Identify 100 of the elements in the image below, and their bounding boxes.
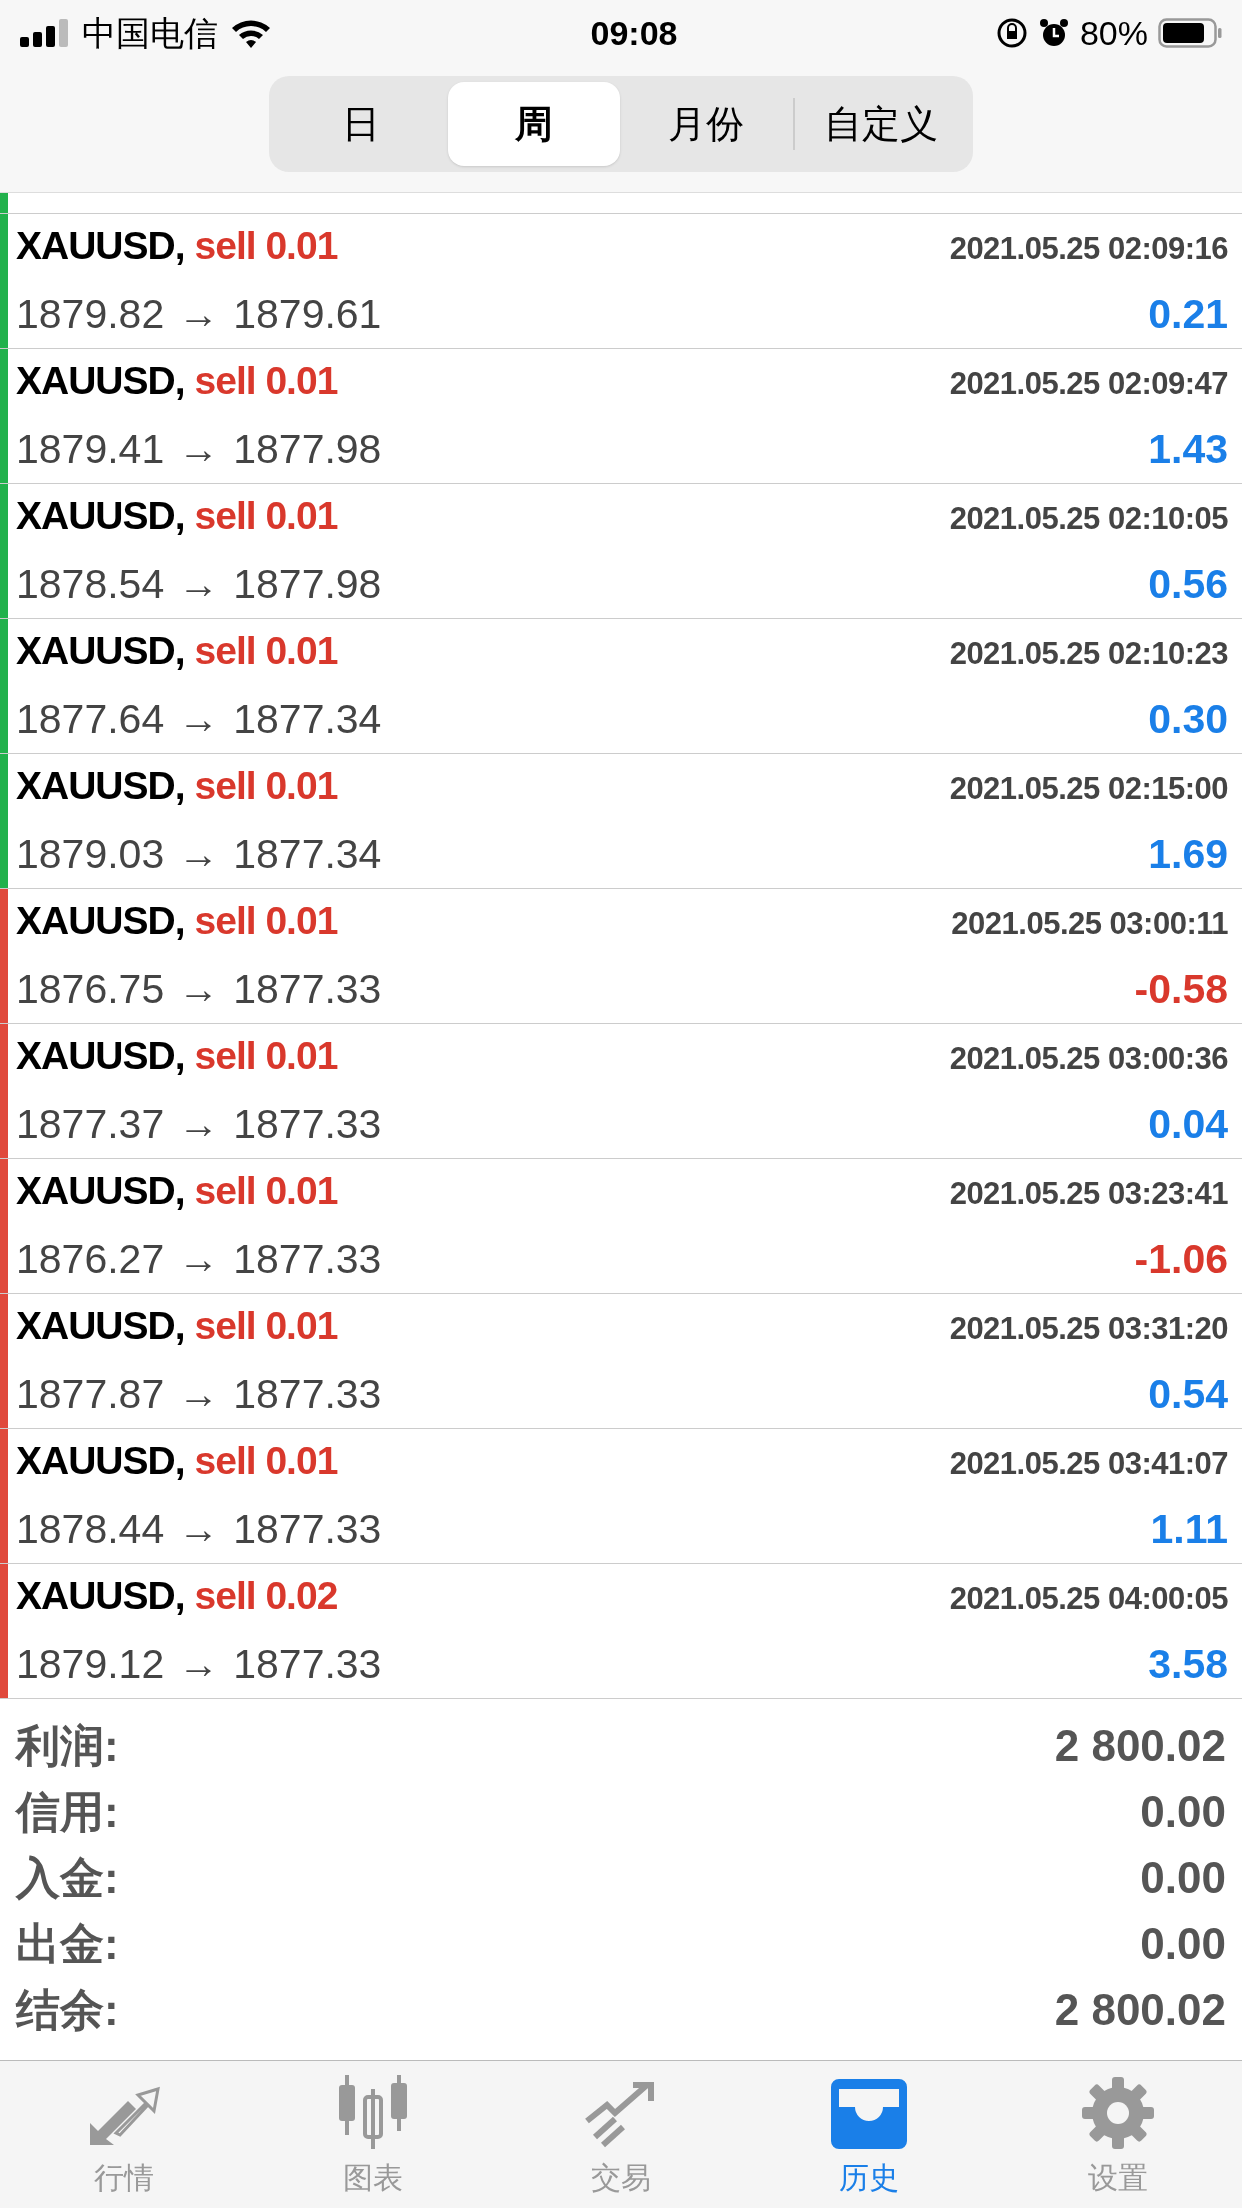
arrow-icon: → <box>178 688 220 750</box>
close-price: 1877.98 <box>233 559 382 609</box>
deal-time: 2021.05.25 02:09:47 <box>949 365 1228 403</box>
symbol-label: XAUUSD, <box>16 358 185 404</box>
symbol-label: XAUUSD, <box>16 1168 185 1214</box>
tab-bar-item[interactable]: 历史 <box>745 2061 994 2208</box>
deal-time: 2021.05.25 04:00:05 <box>949 1580 1228 1618</box>
deal-time: 2021.05.25 03:31:20 <box>949 1310 1228 1348</box>
settings-icon <box>1081 2077 1154 2149</box>
deal-time: 2021.05.25 03:23:41 <box>949 1175 1228 1213</box>
deal-time: 2021.05.25 02:09:16 <box>949 230 1228 268</box>
order-type: sell 0.01 <box>194 1303 338 1349</box>
symbol-label: XAUUSD, <box>16 1033 185 1079</box>
order-type: sell 0.01 <box>194 763 338 809</box>
symbol-label: XAUUSD, <box>16 223 185 269</box>
segment-tab[interactable]: 日 <box>275 82 448 166</box>
order-type: sell 0.01 <box>194 628 338 674</box>
close-price: 1877.34 <box>233 694 382 744</box>
arrow-icon: → <box>178 1363 220 1425</box>
order-type: sell 0.01 <box>194 1033 338 1079</box>
arrow-icon: → <box>178 1093 220 1155</box>
open-price: 1879.12 <box>16 1639 165 1689</box>
order-type: sell 0.01 <box>194 223 338 269</box>
close-price: 1877.33 <box>233 964 382 1014</box>
segment-tab[interactable]: 周 <box>447 82 620 166</box>
profit-value: 1.69 <box>1148 829 1228 879</box>
tab-bar-item[interactable]: 行情 <box>0 2061 249 2208</box>
battery-percent: 80% <box>1079 12 1148 54</box>
close-price: 1877.98 <box>233 424 382 474</box>
open-price: 1879.41 <box>16 424 165 474</box>
carrier-name: 中国电信 <box>82 12 218 54</box>
profit-value: 3.58 <box>1148 1639 1228 1689</box>
rotation-lock-icon <box>995 17 1028 49</box>
profit-value: 0.21 <box>1148 289 1228 339</box>
alarm-icon <box>1037 17 1070 49</box>
segment-tab[interactable]: 月份 <box>620 82 793 166</box>
symbol-label: XAUUSD, <box>16 763 185 809</box>
arrow-icon: → <box>178 1633 220 1695</box>
profit-value: 1.11 <box>1150 1504 1228 1554</box>
profit-value: 0.30 <box>1148 694 1228 744</box>
summary-label: 出金: <box>16 1918 119 1970</box>
close-price: 1879.61 <box>233 289 382 339</box>
profit-value: 0.54 <box>1148 1369 1228 1419</box>
summary-value: 2 800.02 <box>1054 1720 1226 1772</box>
arrow-icon: → <box>178 418 220 480</box>
symbol-label: XAUUSD, <box>16 628 185 674</box>
order-type: sell 0.01 <box>194 358 338 404</box>
summary-value: 0.00 <box>1140 1852 1226 1904</box>
inbox-icon <box>831 2079 908 2149</box>
open-price: 1876.27 <box>16 1234 165 1284</box>
open-price: 1879.03 <box>16 829 165 879</box>
tab-bar-item[interactable]: 交易 <box>496 2061 746 2208</box>
segment-tab[interactable]: 自定义 <box>794 82 967 166</box>
signal-icon <box>20 19 70 47</box>
close-price: 1877.33 <box>233 1369 382 1419</box>
arrow-icon: → <box>178 283 220 345</box>
deal-time: 2021.05.25 03:00:11 <box>951 905 1228 943</box>
arrow-icon: → <box>178 823 220 885</box>
arrow-icon: → <box>178 1228 220 1290</box>
arrow-icon: → <box>178 958 220 1020</box>
close-price: 1877.33 <box>233 1504 382 1554</box>
symbol-label: XAUUSD, <box>16 898 185 944</box>
close-price: 1877.33 <box>233 1639 382 1689</box>
deal-time: 2021.05.25 03:41:07 <box>949 1445 1228 1483</box>
open-price: 1877.64 <box>16 694 165 744</box>
summary-value: 0.00 <box>1140 1918 1226 1970</box>
profit-value: 1.43 <box>1148 424 1228 474</box>
close-price: 1877.33 <box>233 1234 382 1284</box>
symbol-label: XAUUSD, <box>16 493 185 539</box>
open-price: 1879.82 <box>16 289 165 339</box>
order-type: sell 0.01 <box>194 898 338 944</box>
profit-value: 0.56 <box>1148 559 1228 609</box>
summary-value: 2 800.02 <box>1054 1984 1226 2036</box>
close-price: 1877.34 <box>233 829 382 879</box>
arrow-icon: → <box>178 1498 220 1560</box>
symbol-label: XAUUSD, <box>16 1438 185 1484</box>
deal-time: 2021.05.25 03:00:36 <box>949 1040 1228 1078</box>
deal-time: 2021.05.25 02:15:00 <box>949 770 1228 808</box>
battery-icon <box>1158 17 1222 49</box>
clock-time: 09:08 <box>590 12 678 54</box>
tab-bar-item[interactable]: 图表 <box>248 2061 497 2208</box>
open-price: 1878.54 <box>16 559 165 609</box>
open-price: 1876.75 <box>16 964 165 1014</box>
order-type: sell 0.01 <box>194 1168 338 1214</box>
order-type: sell 0.02 <box>194 1573 338 1619</box>
close-price: 1877.33 <box>233 1099 382 1149</box>
summary-label: 利润: <box>16 1720 119 1772</box>
open-price: 1878.44 <box>16 1504 165 1554</box>
summary-value: 0.00 <box>1140 1786 1226 1838</box>
profit-value: -0.58 <box>1134 964 1228 1014</box>
order-type: sell 0.01 <box>194 1438 338 1484</box>
summary-label: 信用: <box>16 1786 119 1838</box>
symbol-label: XAUUSD, <box>16 1303 185 1349</box>
tab-bar-item[interactable]: 设置 <box>993 2061 1242 2208</box>
order-type: sell 0.01 <box>194 493 338 539</box>
profit-value: 0.04 <box>1148 1099 1228 1149</box>
open-price: 1877.37 <box>16 1099 165 1149</box>
arrow-icon: → <box>178 553 220 615</box>
summary-label: 入金: <box>16 1852 119 1904</box>
profit-value: -1.06 <box>1134 1234 1228 1284</box>
